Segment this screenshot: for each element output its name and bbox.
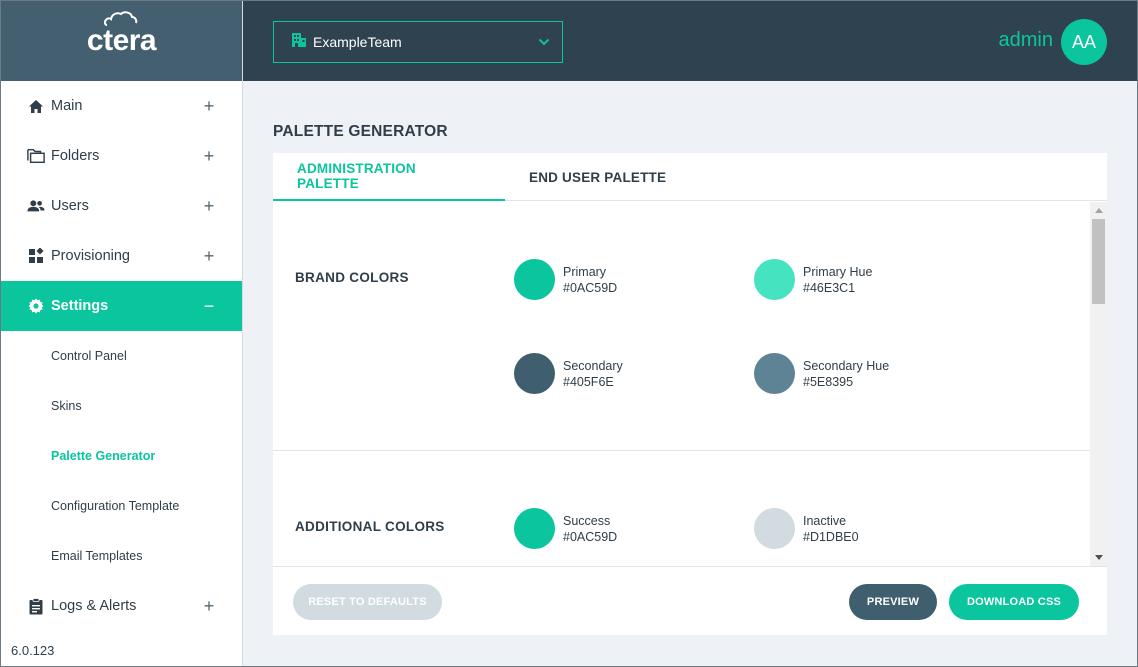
users-icon — [27, 197, 45, 215]
swatch-name: Primary — [563, 264, 607, 279]
sidebar-item-folders[interactable]: Folders + — [1, 131, 242, 181]
swatch-primary[interactable]: Primary #0AC59D — [514, 259, 617, 300]
vertical-scrollbar[interactable] — [1090, 202, 1107, 566]
swatch-secondary[interactable]: Secondary #405F6E — [514, 353, 623, 394]
app-window: ctera Main + Folders + Users + Provision… — [0, 0, 1138, 667]
top-header: ExampleTeam admin AA — [243, 1, 1137, 81]
tab-administration-palette[interactable]: ADMINISTRATION PALETTE — [273, 153, 505, 201]
sidebar-subitem-configuration-template[interactable]: Configuration Template — [1, 481, 242, 531]
swatch-hex: #405F6E — [563, 374, 614, 389]
swatch-primary-hue[interactable]: Primary Hue #46E3C1 — [754, 259, 872, 300]
team-select[interactable]: ExampleTeam — [273, 21, 563, 63]
palette-card: ADMINISTRATION PALETTE END USER PALETTE … — [273, 153, 1107, 635]
swatch-secondary-hue[interactable]: Secondary Hue #5E8395 — [754, 353, 889, 394]
swatch-hex: #D1DBE0 — [803, 529, 859, 544]
gear-icon — [27, 297, 45, 315]
swatch-success[interactable]: Success #0AC59D — [514, 508, 617, 549]
sidebar-subitem-control-panel[interactable]: Control Panel — [1, 331, 242, 381]
swatch-hex: #46E3C1 — [803, 280, 856, 295]
color-dot[interactable] — [754, 353, 795, 394]
reset-to-defaults-button[interactable]: RESET TO DEFAULTS — [293, 584, 442, 620]
sidebar-item-label: Provisioning — [51, 248, 130, 264]
sidebar-item-users[interactable]: Users + — [1, 181, 242, 231]
clipboard-icon — [27, 597, 45, 615]
building-icon — [291, 32, 307, 53]
color-dot[interactable] — [514, 508, 555, 549]
section-title: BRAND COLORS — [295, 270, 409, 285]
sidebar-item-label: Folders — [51, 148, 100, 164]
scroll-up-arrow-icon[interactable] — [1090, 202, 1107, 219]
ctera-logo: ctera — [86, 11, 157, 58]
user-name[interactable]: admin — [999, 29, 1053, 52]
page-title: PALETTE GENERATOR — [273, 123, 448, 140]
sidebar-item-label: Settings — [51, 298, 109, 314]
expand-icon[interactable]: + — [202, 246, 216, 267]
sidebar: ctera Main + Folders + Users + Provision… — [1, 1, 243, 666]
folders-icon — [27, 147, 45, 165]
logo-text: ctera — [86, 24, 157, 57]
sidebar-item-logs-alerts[interactable]: Logs & Alerts + — [1, 581, 242, 631]
palette-scroll-area[interactable]: BRAND COLORS Primary #0AC59D Primary Hue… — [273, 202, 1107, 566]
additional-colors-section: ADDITIONAL COLORS Success #0AC59D Inacti… — [273, 451, 1090, 566]
card-footer: RESET TO DEFAULTS PREVIEW DOWNLOAD CSS — [273, 566, 1107, 635]
preview-button[interactable]: PREVIEW — [849, 584, 937, 620]
scroll-thumb[interactable] — [1092, 219, 1105, 304]
expand-icon[interactable]: + — [202, 196, 216, 217]
swatch-hex: #0AC59D — [563, 280, 618, 295]
expand-icon[interactable]: + — [202, 96, 216, 117]
download-css-button[interactable]: DOWNLOAD CSS — [949, 584, 1079, 620]
swatch-name: Secondary Hue — [803, 358, 890, 373]
sidebar-subitem-palette-generator[interactable]: Palette Generator — [1, 431, 242, 481]
section-title: ADDITIONAL COLORS — [295, 519, 445, 534]
version-label: 6.0.123 — [11, 643, 55, 658]
sidebar-item-provisioning[interactable]: Provisioning + — [1, 231, 242, 281]
chevron-down-icon — [538, 33, 550, 51]
sidebar-item-label: Main — [51, 98, 83, 114]
expand-icon[interactable]: + — [202, 596, 216, 617]
tab-end-user-palette[interactable]: END USER PALETTE — [505, 153, 690, 201]
sidebar-item-label: Logs & Alerts — [51, 598, 137, 614]
swatch-name: Inactive — [803, 513, 847, 528]
tab-bar: ADMINISTRATION PALETTE END USER PALETTE — [273, 153, 1107, 201]
swatch-inactive[interactable]: Inactive #D1DBE0 — [754, 508, 859, 549]
provisioning-icon — [27, 247, 45, 265]
sidebar-item-main[interactable]: Main + — [1, 81, 242, 131]
color-dot[interactable] — [514, 259, 555, 300]
expand-icon[interactable]: + — [202, 146, 216, 167]
logo-area: ctera — [1, 1, 242, 81]
brand-colors-section: BRAND COLORS Primary #0AC59D Primary Hue… — [273, 202, 1090, 450]
cloud-icon — [103, 11, 138, 26]
collapse-icon[interactable]: − — [202, 296, 216, 317]
swatch-name: Success — [563, 513, 611, 528]
sidebar-item-label: Users — [51, 198, 89, 214]
sidebar-item-settings[interactable]: Settings − — [1, 281, 242, 331]
swatch-name: Primary Hue — [803, 264, 873, 279]
sidebar-subitem-email-templates[interactable]: Email Templates — [1, 531, 242, 581]
scroll-down-arrow-icon[interactable] — [1090, 549, 1107, 566]
home-icon — [27, 97, 45, 115]
color-dot[interactable] — [754, 259, 795, 300]
color-dot[interactable] — [754, 508, 795, 549]
team-name: ExampleTeam — [313, 34, 402, 50]
color-dot[interactable] — [514, 353, 555, 394]
swatch-hex: #0AC59D — [563, 529, 618, 544]
swatch-hex: #5E8395 — [803, 374, 854, 389]
swatch-name: Secondary — [563, 358, 623, 373]
sidebar-subitem-skins[interactable]: Skins — [1, 381, 242, 431]
avatar[interactable]: AA — [1061, 19, 1107, 65]
